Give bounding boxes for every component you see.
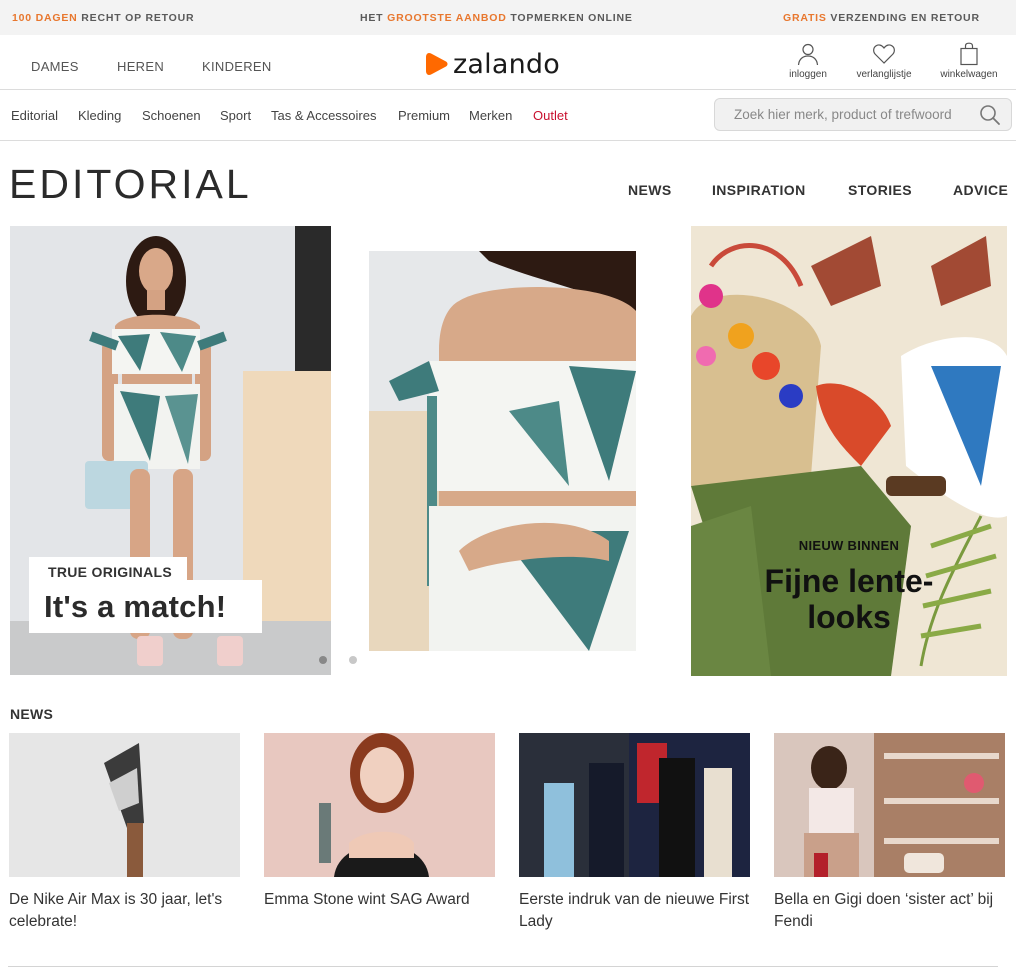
news-card[interactable]: De Nike Air Max is 30 jaar, let's celebr… — [9, 733, 240, 933]
search-icon[interactable] — [979, 104, 1001, 126]
hero-title: It's a match! — [44, 589, 227, 624]
news-card[interactable]: Emma Stone wint SAG Award — [264, 733, 495, 911]
closeup-photo — [369, 251, 636, 651]
usp-bar: 100 DAGEN RECHT OP RETOUR HET GROOTSTE A… — [0, 0, 1016, 35]
carousel-dot-active[interactable] — [319, 656, 327, 664]
carousel-dot[interactable] — [349, 656, 357, 664]
login-button[interactable]: inloggen — [786, 42, 830, 80]
cat-premium[interactable]: Premium — [398, 108, 450, 123]
tab-advice[interactable]: ADVICE — [953, 182, 1008, 198]
cat-outlet[interactable]: Outlet — [533, 108, 568, 123]
hero-image-closeup[interactable] — [369, 251, 636, 651]
sneaker-photo — [9, 733, 240, 877]
usp-assortment[interactable]: HET GROOTSTE AANBOD TOPMERKEN ONLINE — [360, 12, 633, 24]
hero-3-title-line-2: looks — [807, 599, 891, 635]
usp-shipping[interactable]: GRATIS VERZENDING EN RETOUR — [783, 12, 980, 24]
cat-merken[interactable]: Merken — [469, 108, 512, 123]
hero-3-title-line-1: Fijne lente- — [764, 563, 934, 599]
shopping-bag-icon — [960, 42, 978, 66]
nav-kinderen[interactable]: KINDEREN — [202, 59, 272, 74]
cat-kleding[interactable]: Kleding — [78, 108, 121, 123]
news-image-nike[interactable] — [9, 733, 240, 877]
cat-schoenen[interactable]: Schoenen — [142, 108, 201, 123]
hero-3-kicker: NIEUW BINNEN — [798, 538, 900, 553]
login-label: inloggen — [789, 69, 827, 80]
nav-dames[interactable]: DAMES — [31, 59, 79, 74]
tab-news[interactable]: NEWS — [628, 182, 672, 198]
divider — [8, 966, 998, 967]
page-title: EDITORIAL — [9, 161, 252, 207]
usp-returns[interactable]: 100 DAGEN RECHT OP RETOUR — [12, 12, 194, 24]
news-caption[interactable]: Emma Stone wint SAG Award — [264, 889, 495, 911]
news-caption[interactable]: De Nike Air Max is 30 jaar, let's celebr… — [9, 889, 240, 933]
cart-button[interactable]: winkelwagen — [936, 42, 1002, 80]
cat-editorial[interactable]: Editorial — [11, 108, 58, 123]
news-image-first-lady[interactable] — [519, 733, 750, 877]
search-box — [714, 98, 1012, 131]
user-icon — [797, 43, 819, 66]
hero-3-title[interactable]: Fijne lente- looks — [691, 563, 1007, 635]
fendi-photo — [774, 733, 1005, 877]
cart-label: winkelwagen — [940, 69, 998, 80]
wishlist-button[interactable]: verlanglijstje — [852, 42, 916, 80]
news-caption[interactable]: Eerste indruk van de nieuwe First Lady — [519, 889, 750, 933]
search-input[interactable] — [715, 99, 975, 130]
news-image-emma-stone[interactable] — [264, 733, 495, 877]
hero-kicker: TRUE ORIGINALS — [48, 564, 172, 580]
news-image-fendi[interactable] — [774, 733, 1005, 877]
news-caption[interactable]: Bella en Gigi doen ‘sister act’ bij Fend… — [774, 889, 1005, 933]
category-nav: Editorial Kleding Schoenen Sport Tas & A… — [0, 90, 1016, 141]
news-card[interactable]: Eerste indruk van de nieuwe First Lady — [519, 733, 750, 933]
first-lady-photo — [519, 733, 750, 877]
tab-inspiration[interactable]: INSPIRATION — [712, 182, 806, 198]
news-heading: NEWS — [10, 706, 54, 722]
nav-heren[interactable]: HEREN — [117, 59, 164, 74]
zalando-play-icon — [426, 53, 448, 75]
hero-title-box[interactable]: It's a match! — [29, 580, 262, 633]
site-header: DAMES HEREN KINDEREN zalando inloggen ve… — [0, 35, 1016, 90]
news-card[interactable]: Bella en Gigi doen ‘sister act’ bij Fend… — [774, 733, 1005, 933]
heart-icon — [873, 44, 895, 64]
logo-wordmark: zalando — [453, 48, 560, 80]
cat-tas-accessoires[interactable]: Tas & Accessoires — [271, 108, 377, 123]
wishlist-label: verlanglijstje — [856, 69, 912, 80]
cat-sport[interactable]: Sport — [220, 108, 251, 123]
emma-stone-photo — [264, 733, 495, 877]
tab-stories[interactable]: STORIES — [848, 182, 912, 198]
zalando-logo[interactable]: zalando — [425, 49, 560, 79]
